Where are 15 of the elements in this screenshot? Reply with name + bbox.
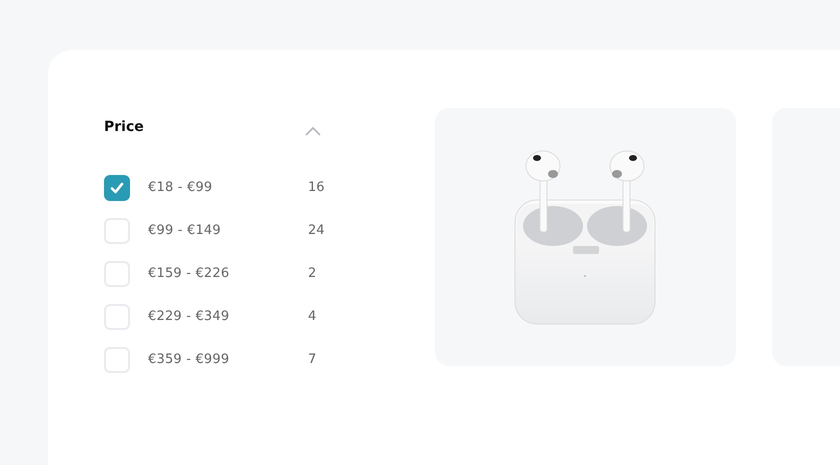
chevron-icon[interactable] <box>304 126 321 136</box>
price-range-label: €359 - €999 <box>148 352 230 367</box>
price-range-label: €159 - €226 <box>148 266 230 281</box>
result-count: 16 <box>308 180 325 195</box>
product-card[interactable] <box>434 108 736 366</box>
filter-title: Price <box>104 119 144 135</box>
result-count: 7 <box>308 352 316 367</box>
price-range-label: €99 - €149 <box>148 223 222 238</box>
checkmark-icon <box>110 182 124 194</box>
price-range-label: €18 - €99 <box>148 180 214 195</box>
price-range-label: €229 - €349 <box>148 309 230 324</box>
result-count: 24 <box>308 223 325 238</box>
checkbox[interactable] <box>104 174 130 200</box>
result-count: 2 <box>308 266 316 281</box>
result-count: 4 <box>308 309 316 324</box>
